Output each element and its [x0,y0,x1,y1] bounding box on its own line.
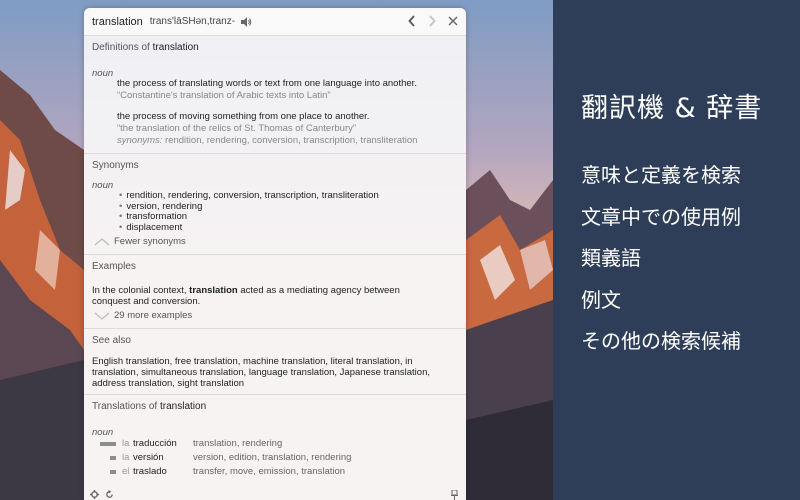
fewer-synonyms-toggle[interactable]: Fewer synonyms [94,236,186,247]
translation-row[interactable]: la versión version, edition, translation… [84,452,466,466]
dictionary-window: translation trans'lāSHən,tranz- Definiti… [84,8,466,500]
frequency-bar [110,470,116,474]
translations-title: Translations of translation [92,401,207,412]
chevron-left-icon[interactable] [408,15,416,27]
synonym-item[interactable]: rendition, rendering, conversion, transc… [119,190,378,202]
promo-feature: 類義語 [581,246,641,270]
word-header: translation trans'lāSHən,tranz- [84,8,466,36]
speaker-icon[interactable] [240,16,252,28]
part-of-speech: noun [92,427,114,438]
definitions-title: Definitions of translation [92,42,199,53]
examples-title: Examples [92,261,136,272]
phonetic-spelling: trans'lāSHən,tranz- [149,16,236,27]
gear-icon[interactable] [90,490,99,499]
more-examples-toggle[interactable]: 29 more examples [94,310,192,321]
see-also-line[interactable]: translation, simultaneous translation, l… [92,367,430,378]
promo-feature-list: 意味と定義を検索 文章中での使用例 類義語 例文 その他の検索候補 [581,160,741,368]
definition-example: “the translation of the relics of St. Th… [117,123,357,134]
promo-feature: 意味と定義を検索 [581,163,741,187]
pin-icon[interactable] [451,490,458,500]
examples-section: Examples In the colonial context, transl… [84,255,466,329]
translation-row[interactable]: la traducción translation, rendering [84,438,466,452]
synonyms-section: Synonyms noun rendition, rendering, conv… [84,154,466,255]
definition-text: the process of translating words or text… [117,78,417,89]
lookup-word: translation [92,15,143,28]
translation-word: versión [133,452,164,463]
close-icon[interactable] [448,16,458,26]
promo-feature: 例文 [581,287,621,312]
promo-title: 翻訳機 & 辞書 [581,93,763,124]
definition-synonyms: synonyms: rendition, rendering, conversi… [117,135,418,146]
translation-word: traducción [133,438,177,449]
promo-feature: その他の検索候補 [581,329,741,353]
refresh-icon[interactable] [105,490,114,499]
translations-section: Translations of translation noun la trad… [84,395,466,489]
translation-article: la [122,438,130,449]
part-of-speech: noun [92,180,114,191]
chevron-up-icon [94,237,110,245]
see-also-line[interactable]: English translation, free translation, m… [92,356,413,367]
frequency-bar [100,442,116,446]
chevron-down-icon [94,312,110,320]
translation-meaning: version, edition, translation, rendering [193,452,352,463]
translation-row[interactable]: el traslado transfer, move, emission, tr… [84,466,466,480]
synonym-item[interactable]: displacement [119,222,182,234]
part-of-speech: noun [92,68,114,79]
translation-article: la [122,452,130,463]
promo-feature: 文章中での使用例 [581,204,741,229]
translation-meaning: translation, rendering [193,438,283,449]
promo-panel: 翻訳機 & 辞書 意味と定義を検索 文章中での使用例 類義語 例文 その他の検索… [553,0,800,500]
translation-article: el [122,466,130,477]
synonyms-title: Synonyms [92,160,139,171]
definition-text: the process of moving something from one… [117,111,370,122]
window-footer [84,489,466,500]
translation-meaning: transfer, move, emission, translation [193,466,346,477]
see-also-title: See also [92,335,131,346]
example-sentence-continued: conquest and conversion. [92,296,201,307]
see-also-line[interactable]: address translation, sight translation [92,378,244,389]
chevron-right-icon[interactable] [428,15,436,27]
definition-example: “Constantine's translation of Arabic tex… [117,90,331,101]
example-sentence: In the colonial context, translation act… [92,285,400,296]
see-also-section: See also English translation, free trans… [84,329,466,395]
header-navigation [408,15,458,27]
frequency-bar [110,456,116,460]
translation-word: traslado [133,466,167,477]
definitions-section: Definitions of translation noun the proc… [84,36,466,154]
